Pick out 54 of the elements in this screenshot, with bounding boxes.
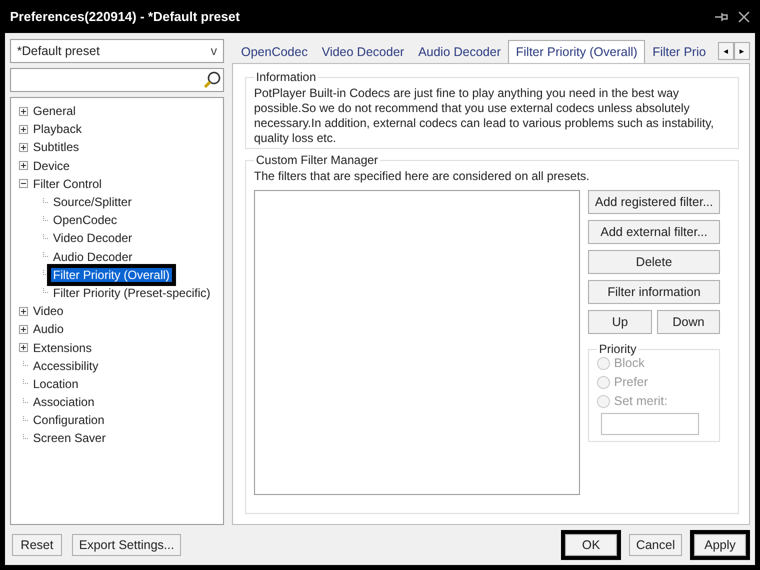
- tree-item[interactable]: Source/Splitter: [51, 195, 134, 210]
- tree-item[interactable]: Audio: [31, 322, 66, 336]
- note-text: The filters that are specified here are considered on all presets.: [254, 169, 591, 184]
- move-button[interactable]: Up: [588, 310, 652, 334]
- tree-item[interactable]: Association: [31, 395, 96, 410]
- information-text: PotPlayer Built-in Codecs are just fine to play anything you need in the best way possible.So we do not recommend that you use external codecs unless absolutely necessary.In addition, external codecs can lead to various problems such as instability, quality loss etc.: [254, 86, 715, 146]
- footer-button[interactable]: Reset: [12, 534, 62, 556]
- move-button[interactable]: Down: [657, 310, 720, 334]
- expander-icon[interactable]: [19, 179, 28, 188]
- expander-icon[interactable]: [19, 106, 28, 116]
- group-title: Information: [255, 70, 318, 84]
- tree-item[interactable]: Accessibility: [31, 358, 100, 373]
- preset-dropdown[interactable]: *Default preset v: [10, 39, 224, 63]
- filter-button[interactable]: Filter information: [588, 280, 720, 304]
- tab[interactable]: Filter Priority (Overall): [508, 40, 646, 63]
- tree-item[interactable]: Device: [31, 158, 72, 173]
- tree-item[interactable]: Filter Control: [31, 176, 104, 191]
- pin-icon[interactable]: [714, 10, 728, 22]
- group-title: Priority: [598, 342, 638, 356]
- tab-scroll-button[interactable]: ◂: [718, 42, 734, 60]
- tree-item[interactable]: Playback: [31, 122, 84, 136]
- expander-icon[interactable]: [19, 306, 28, 316]
- tree-item[interactable]: OpenCodec: [51, 213, 120, 228]
- tree-item[interactable]: Filter Priority (Preset-specific): [51, 286, 212, 300]
- tree-item[interactable]: Audio Decoder: [51, 250, 134, 264]
- expander-icon[interactable]: [19, 142, 28, 152]
- tree-item[interactable]: Configuration: [31, 413, 106, 428]
- tree-item[interactable]: Location: [31, 376, 80, 391]
- tab[interactable]: Video Decoder: [314, 41, 412, 63]
- tree-item[interactable]: Extensions: [31, 340, 94, 355]
- footer-button[interactable]: Cancel: [629, 534, 682, 556]
- window-title: Preferences(220914) - *Default preset: [10, 9, 240, 24]
- filter-button[interactable]: Add registered filter...: [588, 190, 720, 214]
- expander-icon[interactable]: [19, 161, 28, 170]
- expander-icon[interactable]: [19, 124, 28, 134]
- search-icon[interactable]: [203, 71, 221, 89]
- tree-item[interactable]: General: [31, 104, 78, 118]
- tab-scroll-button[interactable]: ▸: [734, 42, 750, 60]
- expander-icon[interactable]: [19, 324, 28, 334]
- footer-button[interactable]: Export Settings...: [72, 534, 182, 556]
- tab[interactable]: Audio Decoder: [411, 41, 508, 63]
- tab[interactable]: OpenCodec: [234, 41, 315, 63]
- tree-item[interactable]: Screen Saver: [31, 431, 108, 446]
- tree-item[interactable]: Video: [31, 304, 66, 318]
- tab[interactable]: Filter Prio: [645, 41, 713, 63]
- tree-item[interactable]: Subtitles: [31, 140, 82, 154]
- expander-icon[interactable]: [19, 343, 28, 352]
- filter-button[interactable]: Add external filter...: [588, 220, 720, 244]
- filter-button[interactable]: Delete: [588, 250, 720, 274]
- close-icon[interactable]: [738, 10, 750, 22]
- group-title: Custom Filter Manager: [255, 153, 380, 167]
- search-field[interactable]: [10, 68, 224, 92]
- tree-item[interactable]: Video Decoder: [51, 231, 134, 246]
- tree-item[interactable]: Filter Priority (Overall): [51, 268, 172, 282]
